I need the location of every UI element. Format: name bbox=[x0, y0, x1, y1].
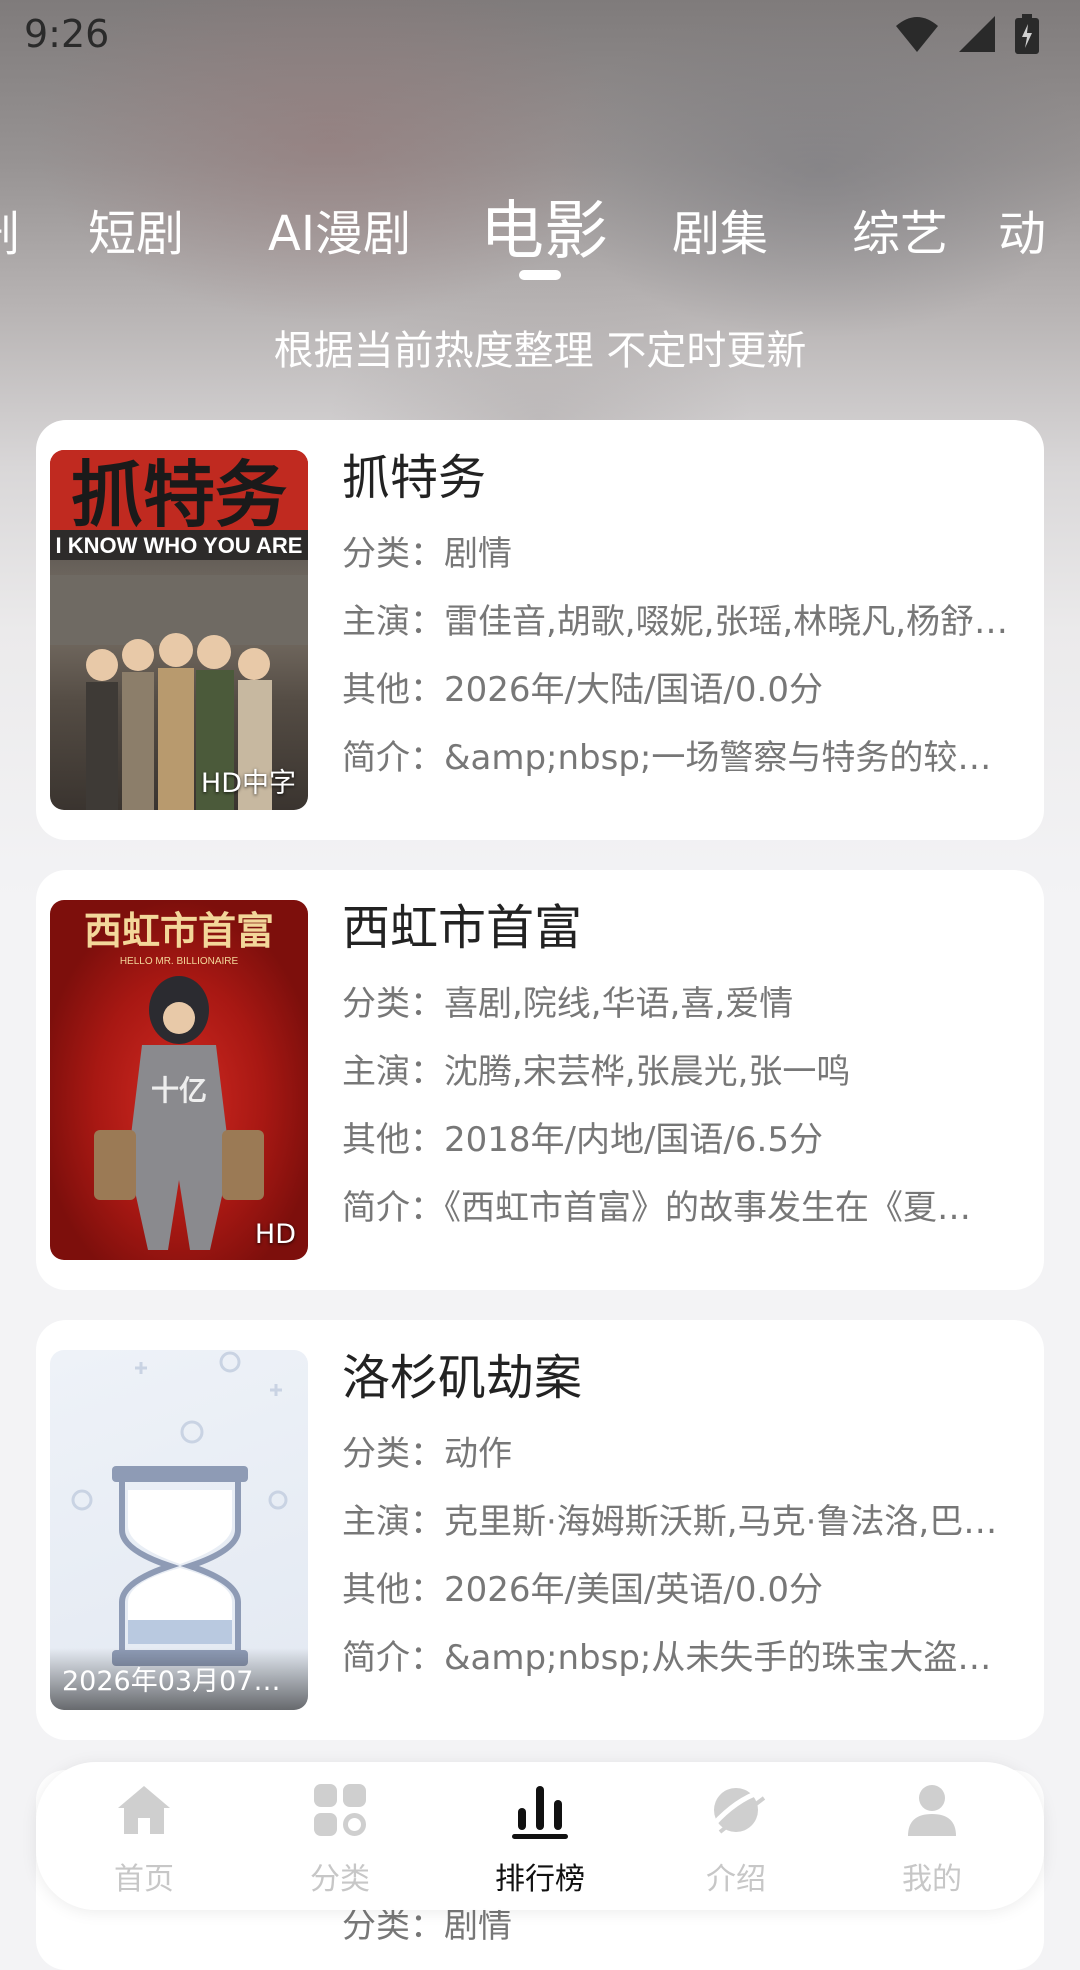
nav-category[interactable]: 分类 bbox=[260, 1780, 420, 1898]
home-icon bbox=[118, 1786, 170, 1834]
status-bar: 9:26 bbox=[0, 0, 1080, 72]
poster-subtitle-text: HELLO MR. BILLIONAIRE bbox=[120, 956, 239, 967]
ranking-icon bbox=[512, 1786, 568, 1839]
cell-signal-icon bbox=[958, 16, 995, 52]
planet-icon bbox=[712, 1788, 766, 1834]
movie-info: 西虹市首富 分类：喜剧,院线,华语,喜,爱情 主演：沈腾,宋芸桦,张晨光,张一鸣… bbox=[342, 898, 1010, 1242]
nav-category-label: 分类 bbox=[310, 1862, 370, 1897]
nav-profile[interactable]: 我的 bbox=[852, 1780, 1012, 1898]
quality-badge: HD中字 bbox=[200, 768, 296, 799]
movie-info: 抓特务 分类：剧情 主演：雷佳音,胡歌,啜妮,张瑶,林晓凡,杨舒… 其他：202… bbox=[342, 448, 1010, 792]
tab-short-drama[interactable]: 短剧 bbox=[88, 194, 184, 264]
svg-text:十亿: 十亿 bbox=[151, 1074, 207, 1107]
tab-anime[interactable]: 动 bbox=[998, 194, 1046, 264]
movie-other: 其他：2026年/美国/英语/0.0分 bbox=[342, 1570, 823, 1610]
movie-other: 其他：2026年/大陆/国语/0.0分 bbox=[342, 670, 823, 710]
movie-card[interactable]: 2026年03月07日… 洛杉矶劫案 分类：动作 主演：克里斯·海姆斯沃斯,马克… bbox=[36, 1320, 1044, 1740]
category-icon bbox=[314, 1784, 366, 1836]
movie-cast: 主演：克里斯·海姆斯沃斯,马克·鲁法洛,巴… bbox=[342, 1502, 998, 1542]
nav-home[interactable]: 首页 bbox=[64, 1780, 224, 1898]
tab-ai-comic[interactable]: AI漫剧 bbox=[268, 194, 411, 264]
tab-item[interactable]: 剧 bbox=[0, 194, 20, 264]
poster-title-text: 西虹市首富 bbox=[84, 908, 274, 953]
movie-title[interactable]: 抓特务 bbox=[342, 448, 1010, 520]
movie-intro: 简介：《西虹市首富》的故事发生在《夏… bbox=[342, 1188, 971, 1228]
movie-poster[interactable]: 西虹市首富 HELLO MR. BILLIONAIRE 十亿 HD bbox=[50, 900, 308, 1260]
nav-profile-label: 我的 bbox=[902, 1862, 962, 1897]
movie-category: 分类：喜剧,院线,华语,喜,爱情 bbox=[342, 984, 794, 1024]
nav-intro-label: 介绍 bbox=[706, 1862, 766, 1897]
poster-art: 抓特务 I KNOW WHO YOU ARE bbox=[50, 450, 308, 810]
movie-info: 洛杉矶劫案 分类：动作 主演：克里斯·海姆斯沃斯,马克·鲁法洛,巴… 其他：20… bbox=[342, 1348, 1010, 1692]
movie-category: 分类：剧情 bbox=[342, 534, 512, 574]
nav-ranking[interactable]: 排行榜 bbox=[460, 1780, 620, 1898]
poster-subtitle-text: I KNOW WHO YOU ARE bbox=[56, 533, 303, 558]
movie-card[interactable]: 抓特务 I KNOW WHO YOU ARE HD中字 抓特务 分类：剧情 主演… bbox=[36, 420, 1044, 840]
status-icons bbox=[882, 14, 1040, 54]
movie-cast: 主演：雷佳音,胡歌,啜妮,张瑶,林晓凡,杨舒… bbox=[342, 602, 1009, 642]
tab-variety[interactable]: 综艺 bbox=[852, 194, 948, 264]
release-date: 2026年03月07日… bbox=[62, 1666, 298, 1697]
movie-title[interactable]: 西虹市首富 bbox=[342, 898, 1010, 970]
movie-intro: 简介：&amp;nbsp;从未失手的珠宝大盗，… bbox=[342, 1638, 1010, 1678]
tab-movie[interactable]: 电影 bbox=[480, 180, 608, 272]
movie-card[interactable]: 西虹市首富 HELLO MR. BILLIONAIRE 十亿 HD 西虹市首富 … bbox=[36, 870, 1044, 1290]
movie-intro: 简介：&amp;nbsp;一场警察与特务的较量… bbox=[342, 738, 1010, 778]
ranking-subtitle: 根据当前热度整理 不定时更新 bbox=[273, 328, 807, 374]
category-tabs: 剧 短剧 AI漫剧 电影 剧集 综艺 动 bbox=[0, 170, 1080, 290]
tab-series[interactable]: 剧集 bbox=[672, 194, 768, 264]
movie-category: 分类：动作 bbox=[342, 1434, 512, 1474]
status-time: 9:26 bbox=[24, 12, 110, 56]
wifi-icon bbox=[895, 17, 938, 52]
bottom-navigation: 首页 分类 排行榜 介绍 我的 bbox=[36, 1762, 1044, 1910]
poster-art: 西虹市首富 HELLO MR. BILLIONAIRE 十亿 bbox=[84, 908, 274, 1250]
quality-badge: HD bbox=[254, 1219, 296, 1250]
poster-title-text: 抓特务 bbox=[71, 453, 287, 537]
movie-other: 其他：2018年/内地/国语/6.5分 bbox=[342, 1120, 823, 1160]
nav-ranking-label: 排行榜 bbox=[495, 1862, 585, 1897]
nav-intro[interactable]: 介绍 bbox=[656, 1780, 816, 1898]
movie-title[interactable]: 洛杉矶劫案 bbox=[342, 1348, 1010, 1420]
nav-home-label: 首页 bbox=[114, 1862, 174, 1897]
battery-icon bbox=[1015, 14, 1039, 54]
movie-poster-placeholder[interactable]: 2026年03月07日… bbox=[50, 1350, 308, 1710]
profile-icon bbox=[908, 1785, 956, 1836]
movie-poster[interactable]: 抓特务 I KNOW WHO YOU ARE HD中字 bbox=[50, 450, 308, 810]
tab-active-indicator bbox=[519, 270, 561, 280]
movie-cast: 主演：沈腾,宋芸桦,张晨光,张一鸣 bbox=[342, 1052, 851, 1092]
